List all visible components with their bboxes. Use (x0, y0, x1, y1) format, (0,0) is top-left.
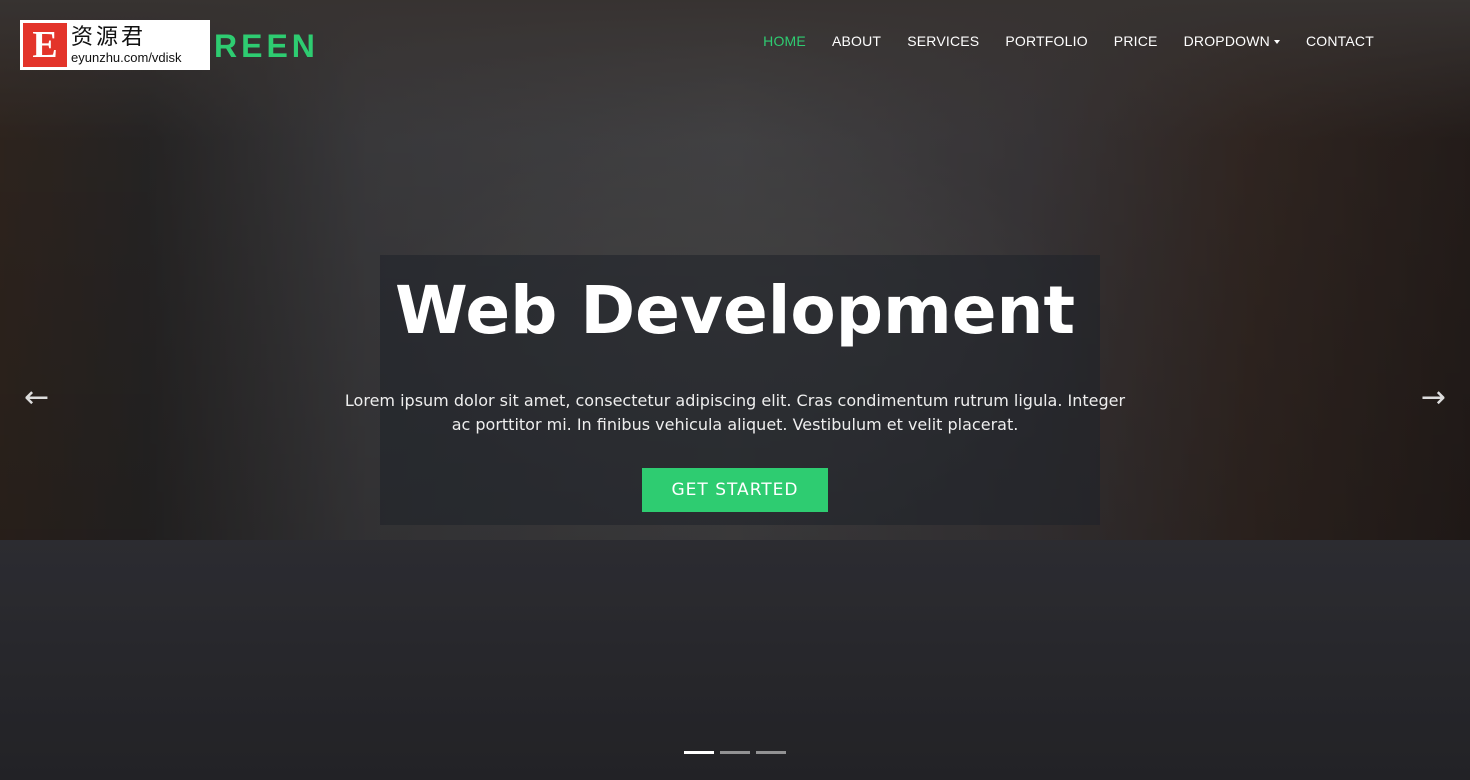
watermark-url: eyunzhu.com/vdisk (71, 49, 182, 65)
hero-title: Web Development (394, 272, 1076, 349)
indicator-2[interactable] (720, 751, 750, 754)
nav-price[interactable]: PRICE (1101, 33, 1171, 49)
caret-down-icon (1273, 40, 1280, 45)
get-started-button[interactable]: GET STARTED (641, 468, 829, 512)
arrow-left-icon[interactable]: ← (24, 380, 49, 415)
hero-text: Lorem ipsum dolor sit amet, consectetur … (344, 391, 1126, 434)
indicator-1[interactable] (684, 751, 714, 754)
nav-services[interactable]: SERVICES (894, 33, 992, 49)
watermark-e-logo: E (23, 23, 67, 67)
nav-home[interactable]: HOME (750, 33, 819, 49)
nav-dropdown-label: DROPDOWN (1183, 33, 1270, 49)
main-nav: HOME ABOUT SERVICES PORTFOLIO PRICE DROP… (750, 33, 1387, 49)
nav-about[interactable]: ABOUT (819, 33, 894, 49)
hero-content: Web Development Lorem ipsum dolor sit am… (0, 272, 1470, 512)
watermark: E 资源君 eyunzhu.com/vdisk (20, 20, 210, 70)
arrow-right-icon[interactable]: → (1421, 380, 1446, 415)
nav-portfolio[interactable]: PORTFOLIO (992, 33, 1100, 49)
nav-contact[interactable]: CONTACT (1293, 33, 1387, 49)
carousel-indicators (684, 751, 786, 754)
brand-logo[interactable]: REEN (214, 28, 319, 65)
nav-dropdown[interactable]: DROPDOWN (1171, 33, 1293, 49)
watermark-chinese: 资源君 (71, 24, 147, 50)
hero-carousel: REEN E 资源君 eyunzhu.com/vdisk HOME ABOUT … (0, 0, 1470, 780)
indicator-3[interactable] (756, 751, 786, 754)
